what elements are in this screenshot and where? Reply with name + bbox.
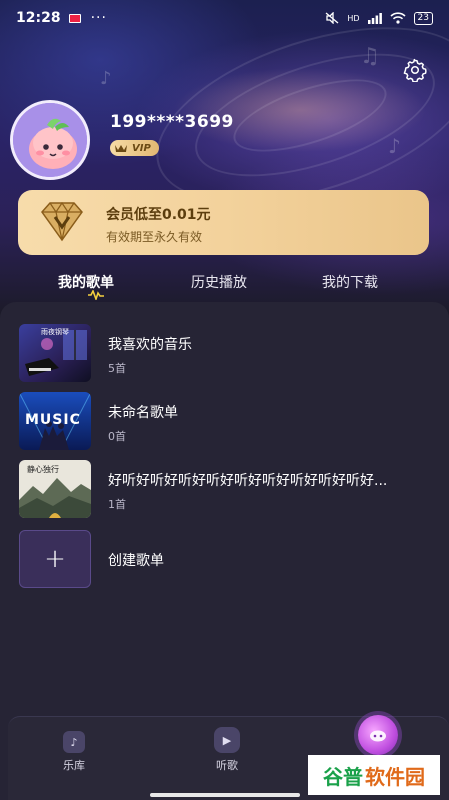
cover-caption: 静心独行	[27, 465, 59, 474]
vip-label: VIP	[132, 142, 151, 154]
music-note-decoration-icon: ♪	[100, 68, 112, 89]
playlist-cover: MUSIC	[19, 392, 91, 450]
membership-subtitle: 有效期至永久有效	[106, 230, 203, 244]
user-id: 199****3699	[110, 112, 234, 132]
playlist-item[interactable]: MUSIC 未命名歌单 0首	[19, 392, 439, 450]
home-indicator[interactable]	[150, 793, 300, 797]
status-time: 12:28	[16, 10, 61, 26]
playlist-count: 1首	[108, 498, 126, 511]
playlist-name: 好听好听好听好听好听好听好听好听好听好...	[108, 473, 388, 489]
watermark-part2: 软件园	[365, 764, 425, 789]
site-watermark-logo: 谷普 软件园	[308, 755, 440, 795]
playlist-item[interactable]: 静心独行 好听好听好听好听好听好听好听好听好听好... 1首	[19, 460, 439, 518]
tab-downloads[interactable]: 我的下载	[322, 272, 378, 292]
plus-icon: +	[44, 544, 66, 574]
more-notifications: ···	[90, 10, 107, 26]
vip-badge[interactable]: VIP	[110, 140, 159, 156]
status-indicators: HD 23	[325, 11, 433, 25]
user-icon	[358, 715, 398, 755]
battery-indicator: 23	[413, 11, 433, 25]
tab-history[interactable]: 历史播放	[191, 272, 247, 292]
nav-library[interactable]: ♪ 乐库	[63, 731, 85, 773]
mute-icon	[325, 12, 339, 24]
signal-icon	[367, 12, 382, 24]
membership-promo-card[interactable]: 会员低至0.01元 有效期至永久有效	[18, 190, 429, 255]
play-icon: ▶	[214, 727, 240, 753]
diamond-icon	[41, 201, 83, 242]
create-playlist-button[interactable]: +	[19, 530, 91, 588]
wifi-icon	[389, 12, 406, 24]
music-note-decoration-icon: ♫	[360, 44, 380, 69]
nav-library-label: 乐库	[63, 759, 85, 772]
cover-caption: 雨夜钢琴	[41, 328, 69, 336]
signal-hd-label: HD	[347, 13, 360, 23]
playlist-name: 我喜欢的音乐	[108, 337, 192, 353]
music-note-decoration-icon: ♪	[388, 134, 401, 158]
avatar[interactable]	[10, 100, 90, 180]
playlist-name: 未命名歌单	[108, 405, 178, 421]
notification-icon	[68, 13, 81, 23]
music-note-icon: ♪	[63, 731, 85, 753]
playlist-item[interactable]: 雨夜钢琴 我喜欢的音乐 5首	[19, 324, 439, 382]
create-playlist-row[interactable]: + 创建歌单	[19, 530, 439, 588]
playlist-cover: 静心独行	[19, 460, 91, 518]
crown-icon	[115, 145, 127, 152]
watermark-part1: 谷普	[323, 764, 363, 789]
library-tabs: 我的歌单 历史播放 我的下载	[0, 272, 449, 302]
cover-caption: MUSIC	[25, 412, 81, 428]
settings-gear-icon[interactable]	[403, 58, 427, 83]
create-playlist-label: 创建歌单	[108, 553, 164, 569]
playlist-count: 5首	[108, 362, 126, 375]
playlist-cover: 雨夜钢琴	[19, 324, 91, 382]
active-tab-waveform-icon	[88, 290, 104, 300]
nav-listen-label: 听歌	[216, 759, 238, 772]
status-bar: 12:28 ··· HD 23	[0, 0, 449, 36]
tab-my-playlists[interactable]: 我的歌单	[58, 272, 114, 292]
playlist-count: 0首	[108, 430, 126, 443]
membership-title: 会员低至0.01元	[106, 207, 211, 223]
nav-listen[interactable]: ▶ 听歌	[214, 727, 240, 773]
